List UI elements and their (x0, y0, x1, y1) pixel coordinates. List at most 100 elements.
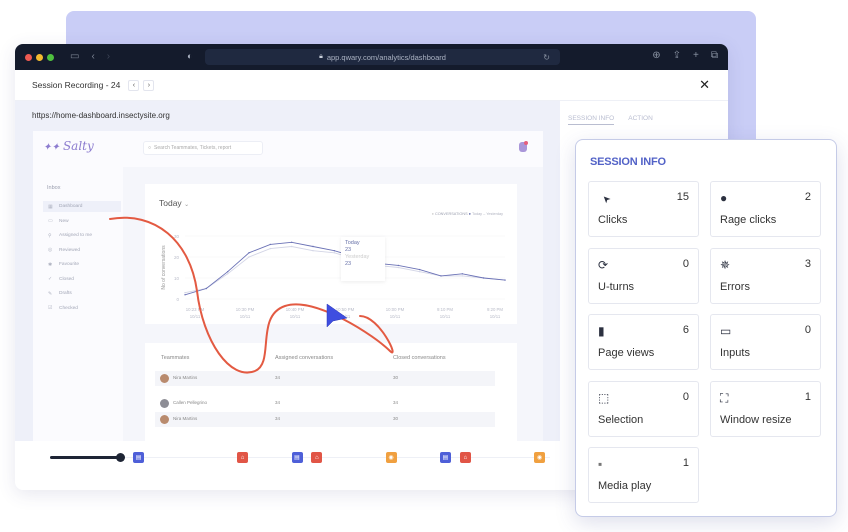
zoom-window-button[interactable] (47, 53, 54, 61)
metric-label: Inputs (720, 347, 750, 359)
x-tick-label: 10:00 PM (386, 307, 405, 312)
table-row[interactable]: Nira Martins 34 30 (155, 412, 495, 427)
x-tick-label: 9:10 PM (437, 307, 453, 312)
tab-session-info[interactable]: SESSION INFO (568, 115, 615, 125)
table-row[interactable]: Nira Martins 34 30 (155, 371, 495, 386)
metric-count: 0 (804, 324, 811, 336)
metric-label: Page views (598, 347, 655, 359)
metric-tile-selection[interactable]: ⬚ 0 Selection (588, 380, 699, 437)
notification-icon[interactable] (519, 141, 528, 152)
review-icon: ◎ (48, 247, 53, 253)
sidebar-item-dashboard[interactable]: ▦ Dashboard (43, 201, 121, 212)
close-recording-button[interactable]: ✕ (699, 77, 710, 93)
x-tick-label: 9:20 PM (487, 307, 503, 312)
table-row[interactable]: Callen Pellegrino 34 34 (155, 396, 495, 411)
sidebar-item-closed[interactable]: ✓ Closed (43, 274, 121, 285)
inbox-icon: ▭ (48, 218, 53, 224)
media-icon: ▪ (598, 457, 603, 471)
timeline-marker-rage-click[interactable]: ⌂ (311, 452, 323, 463)
metric-tile-inputs[interactable]: ▭ 0 Inputs (710, 314, 821, 370)
sidebar-heading: Inbox (47, 185, 61, 191)
resize-icon: ⛶ (720, 390, 729, 405)
metric-tile-rage-clicks[interactable]: ● 2 Rage clicks (710, 181, 821, 237)
address-bar[interactable]: 🔒︎ app.qwary.com/analytics/dashboard ↻ (205, 49, 560, 65)
new-tab-icon[interactable]: + (693, 50, 699, 61)
minimize-window-button[interactable] (36, 53, 43, 61)
star-icon: ✱ (48, 261, 53, 268)
metric-tile-media-play[interactable]: ▪ 1 Media play (588, 447, 699, 503)
previous-recording-button[interactable]: ‹ (128, 79, 140, 91)
sidebar-item-reviewed[interactable]: ◎ Reviewed (43, 245, 121, 256)
metric-tile-window-resize[interactable]: ⛶ 1 Window resize (710, 380, 821, 437)
metric-tile-page-views[interactable]: ▮ 6 Page views (588, 314, 699, 370)
data-point-yesterday (248, 256, 250, 258)
data-point-yesterday (312, 250, 314, 252)
reload-icon[interactable]: ↻ (543, 53, 550, 62)
close-window-button[interactable] (25, 53, 32, 61)
pencil-icon: ✎ (48, 290, 53, 297)
sidebar-item-assigned-to-me[interactable]: ⚲ Assigned to me (43, 230, 121, 241)
back-icon[interactable]: ‹ (91, 52, 94, 62)
sidebar-item-checked[interactable]: ☑ Checked (43, 303, 121, 314)
next-recording-button[interactable]: › (143, 79, 155, 91)
data-point-today (248, 252, 250, 254)
timeline-marker-error[interactable]: ◉ (385, 452, 397, 463)
browser-titlebar: ▭ ‹ › ◐ 🔒︎ app.qwary.com/analytics/dashb… (15, 44, 728, 70)
metric-count: 0 (682, 390, 689, 403)
metric-tile-errors[interactable]: ✵ 3 Errors (710, 247, 821, 304)
timeline-marker-page-view[interactable]: ▤ (133, 452, 145, 463)
replay-pane: https://home-dashboard.insectysite.org ✦… (15, 101, 560, 490)
sidebar-item-label: Closed (59, 276, 74, 282)
share-icon[interactable]: ⇪ (673, 50, 681, 61)
data-point-today (504, 279, 506, 281)
y-tick-label: 20 (174, 255, 180, 260)
metric-label: Errors (720, 280, 750, 293)
sidebar-item-label: Reviewed (59, 247, 81, 253)
app-header: ✦✦ Salty ○ Search Teammates, Tickets, rep… (33, 131, 543, 167)
tabs-overview-icon[interactable]: ⧉ (711, 50, 718, 61)
sidebar-item-label: Dashboard (59, 204, 83, 209)
x-tick-label: 10:23 PM (186, 307, 205, 312)
privacy-shield-icon[interactable]: ◐ (187, 51, 192, 61)
sidebar-toggle-icon[interactable]: ▭ (70, 52, 79, 62)
metric-label: Clicks (598, 214, 628, 226)
replay-timeline[interactable]: ▤ ⌂ ▤ ⌂ ◉ ▤ ⌂ ◉ (15, 441, 560, 490)
y-tick-label: 10 (174, 276, 180, 281)
timeline-marker-page-view[interactable]: ▤ (291, 452, 303, 463)
refresh-icon: ⟳ (598, 257, 609, 272)
metric-tile-u-turns[interactable]: ⟳ 0 U-turns (588, 247, 699, 304)
timeline-marker-rage-click[interactable]: ⌂ (459, 452, 471, 463)
sidebar-item-new[interactable]: ▭ New (43, 216, 121, 227)
metric-label: Window resize (720, 413, 792, 426)
teammates-table: Teammates Assigned conversations Closed … (145, 343, 517, 441)
metric-tile-clicks[interactable]: ➤ 15 Clicks (588, 181, 699, 237)
data-point-today (205, 287, 208, 290)
metric-label: Selection (598, 413, 644, 426)
x-tick-label: 10:50 PM (336, 307, 355, 312)
input-box-icon: ▭ (720, 324, 732, 338)
x-tick-label-date: 10/11 (340, 314, 351, 319)
forward-icon[interactable]: › (107, 52, 110, 62)
details-tabs: SESSION INFO ACTION (568, 115, 653, 125)
download-icon[interactable]: ⊕ (652, 50, 660, 61)
x-tick-label-date: 10/11 (440, 314, 451, 319)
metric-label: Rage clicks (720, 214, 777, 226)
recorded-site-url: https://home-dashboard.insectysite.org (32, 111, 170, 120)
timeline-scrubber-handle[interactable] (115, 453, 125, 462)
x-tick-label: 10:30 PM (236, 307, 255, 312)
metric-label: Media play (598, 480, 652, 492)
app-search-input[interactable]: ○ Search Teammates, Tickets, report (143, 141, 263, 155)
timeline-marker-rage-click[interactable]: ⌂ (237, 452, 249, 463)
tab-action[interactable]: ACTION (628, 115, 653, 125)
document-icon: ▮ (598, 324, 605, 338)
timeline-marker-page-view[interactable]: ▤ (440, 452, 451, 463)
sidebar-item-drafts[interactable]: ✎ Drafts (43, 288, 121, 299)
stage: ▭ ‹ › ◐ 🔒︎ app.qwary.com/analytics/dashb… (0, 0, 848, 532)
data-point-yesterday (461, 275, 464, 277)
timeline-marker-error[interactable]: ◉ (534, 452, 546, 463)
replayed-app: ✦✦ Salty ○ Search Teammates, Tickets, rep… (33, 131, 543, 441)
sidebar-item-favourite[interactable]: ✱ Favourite (43, 259, 121, 270)
metric-count: 2 (804, 191, 811, 203)
sidebar-item-label: Drafts (59, 291, 72, 296)
app-logo: ✦✦ Salty (43, 139, 94, 153)
